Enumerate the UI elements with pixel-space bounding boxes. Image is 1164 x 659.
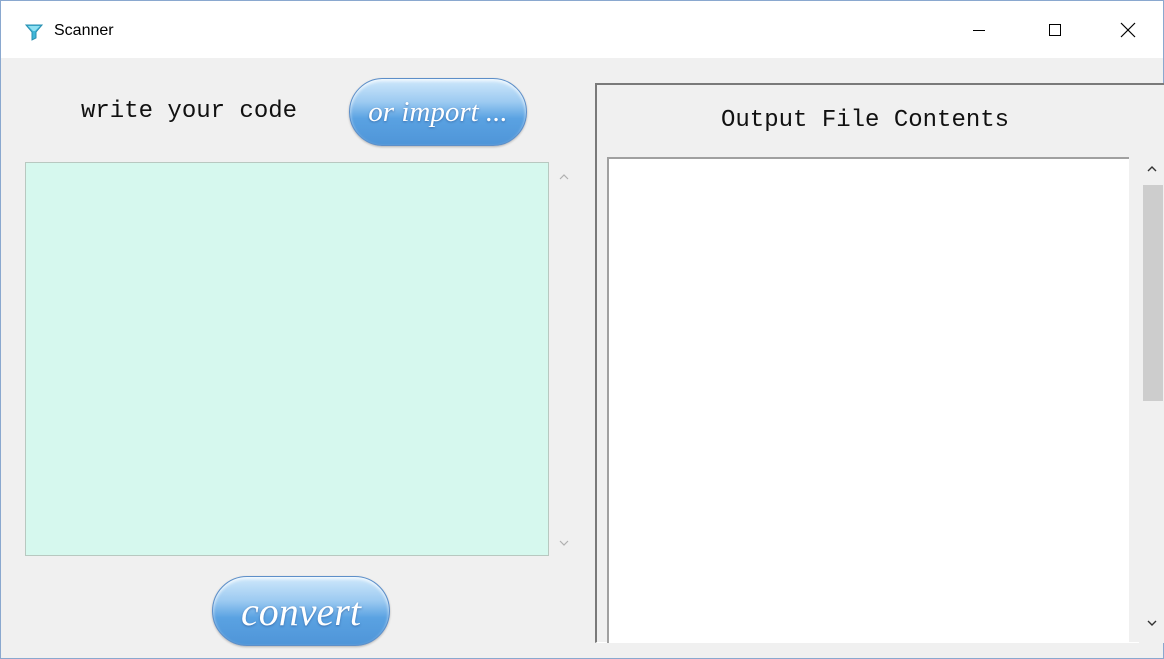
close-icon — [1120, 22, 1136, 37]
scroll-up-icon[interactable] — [1144, 161, 1160, 177]
maximize-button[interactable] — [1017, 1, 1093, 58]
window-title: Scanner — [54, 22, 114, 39]
scroll-up-icon[interactable] — [557, 170, 571, 184]
scroll-down-icon[interactable] — [557, 536, 571, 550]
funnel-icon — [25, 24, 43, 41]
minimize-icon — [973, 29, 985, 31]
import-button[interactable]: or import ... — [349, 78, 527, 146]
maximize-icon — [1049, 23, 1061, 36]
output-title: Output File Contents — [721, 107, 1010, 134]
output-panel: Output File Contents — [595, 83, 1164, 643]
convert-button[interactable]: convert — [212, 576, 390, 646]
write-code-label: write your code — [81, 98, 298, 125]
output-textbox[interactable] — [607, 157, 1129, 643]
code-input[interactable] — [25, 162, 549, 556]
scroll-down-icon[interactable] — [1144, 615, 1160, 631]
minimize-button[interactable] — [941, 1, 1017, 58]
client-area: write your code or import ... convert Ou… — [1, 58, 1164, 658]
output-scrollbar[interactable] — [1139, 157, 1164, 643]
scrollbar-thumb[interactable] — [1143, 185, 1163, 401]
scanner-window: Scanner write your code or import ... co… — [0, 0, 1164, 659]
close-button[interactable] — [1093, 1, 1163, 58]
title-bar[interactable]: Scanner — [1, 1, 1163, 58]
